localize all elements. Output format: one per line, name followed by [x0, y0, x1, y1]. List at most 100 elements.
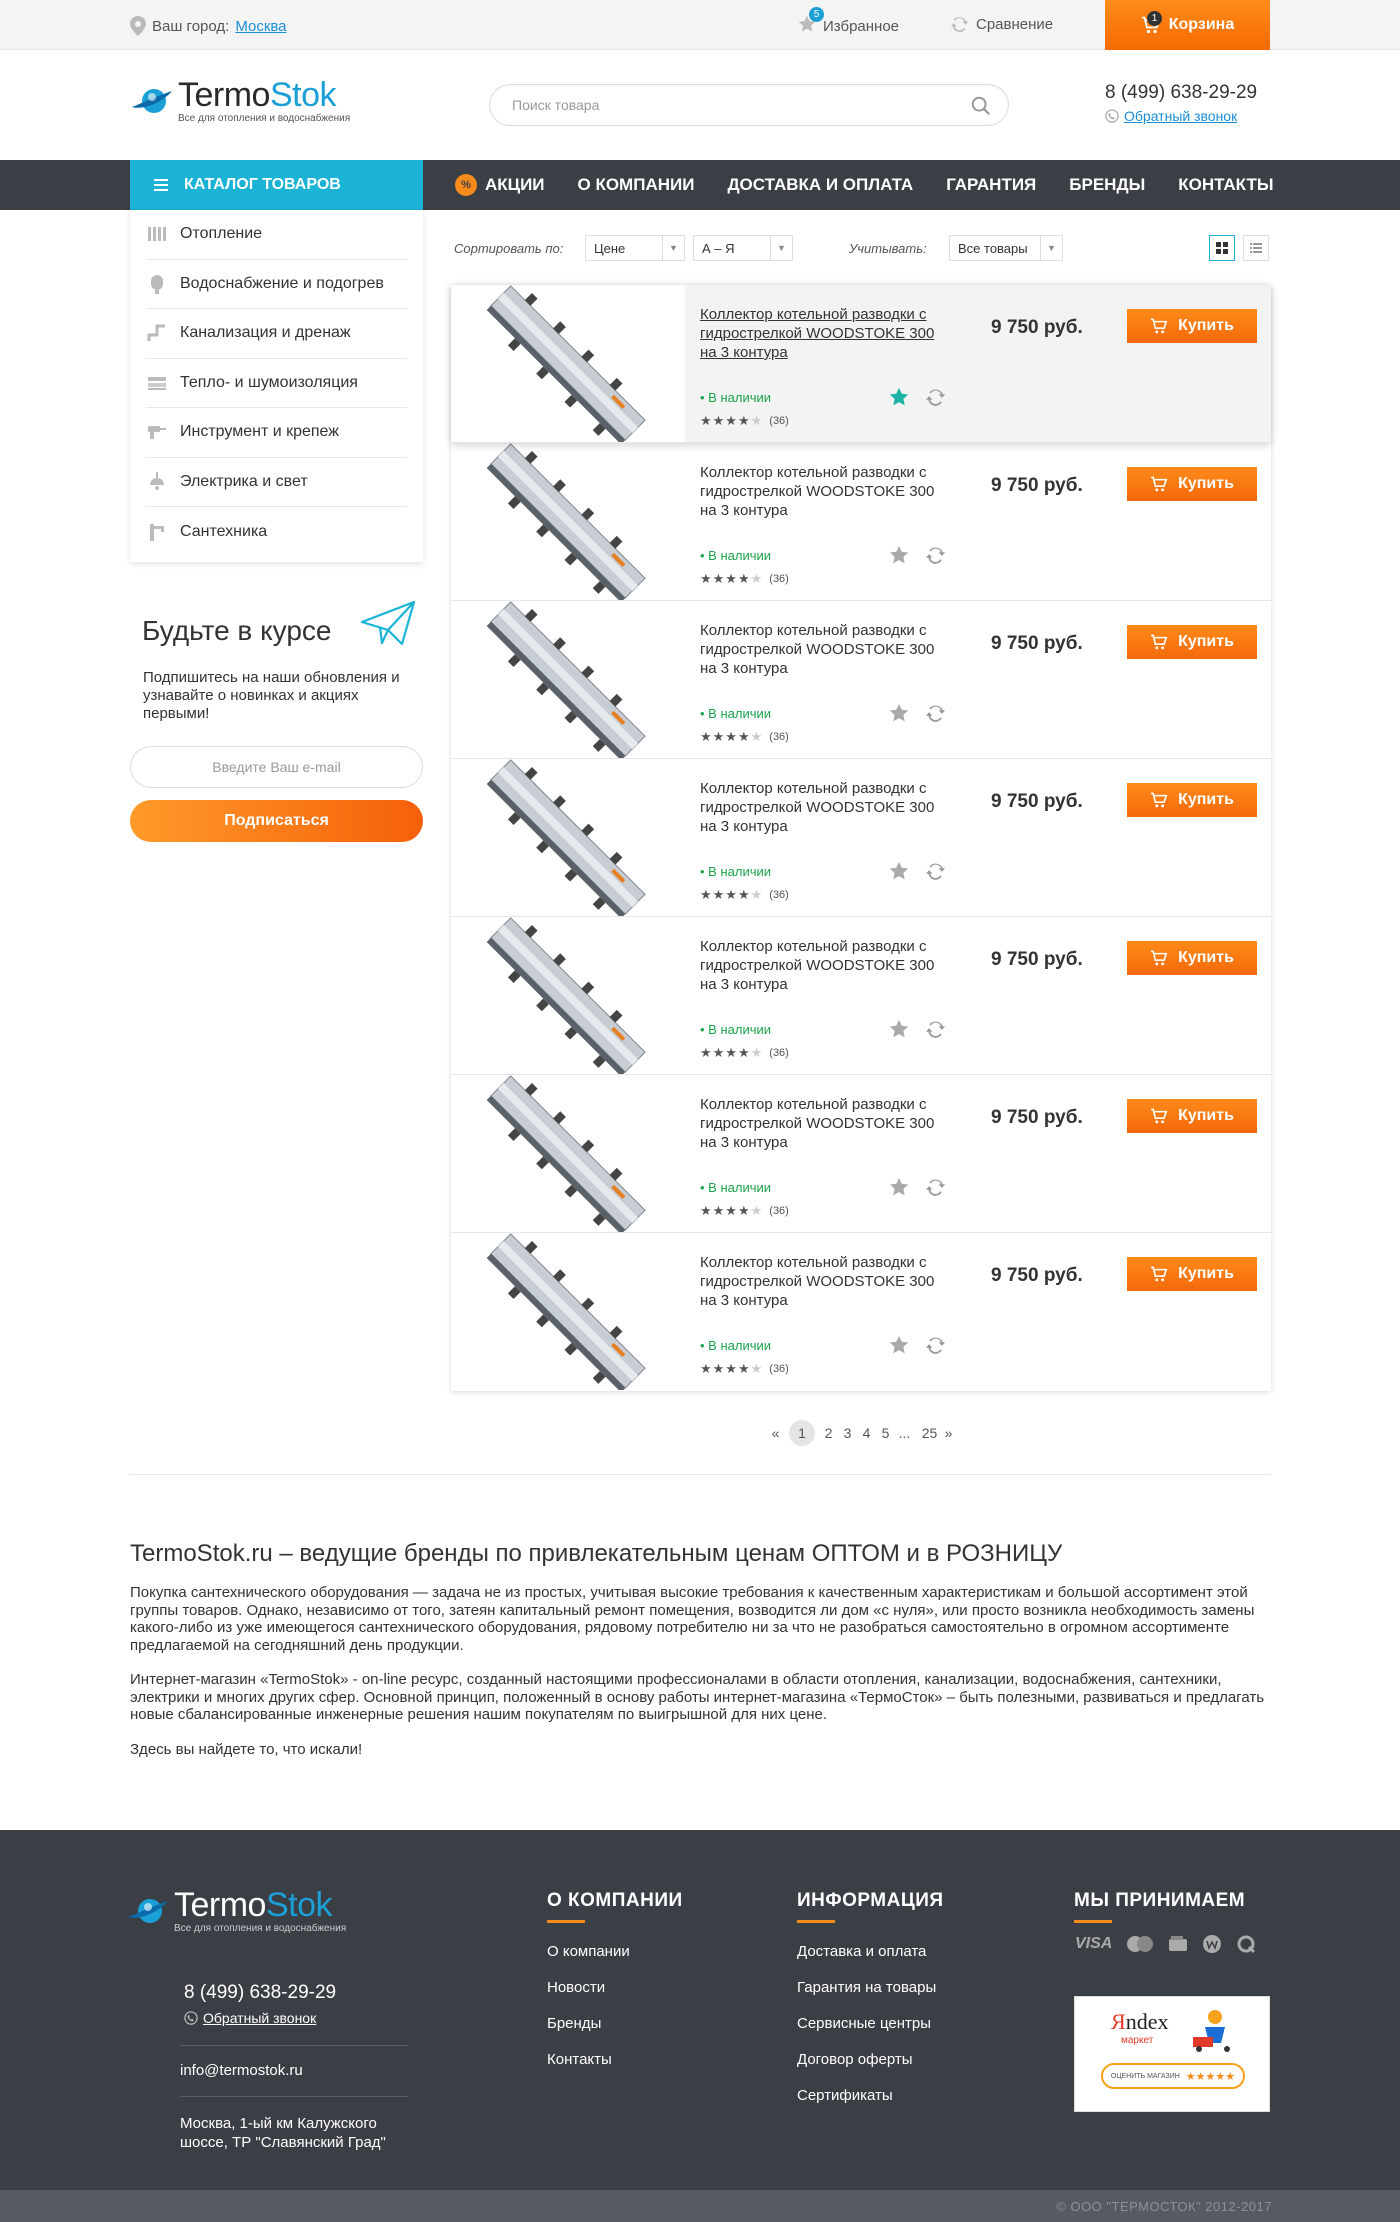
product-card[interactable]: Коллектор котельной разводки с гидростре… [451, 443, 1271, 603]
callback-link[interactable]: Обратный звонок [1105, 108, 1237, 124]
product-image[interactable] [451, 759, 685, 919]
footer: TermoStok Все для отопления и водоснабже… [0, 1830, 1400, 2190]
city-link[interactable]: Москва [235, 18, 286, 35]
footer-link[interactable]: Договор оферты [797, 2051, 913, 2068]
category-item-tools[interactable]: Инструмент и крепеж [146, 408, 407, 458]
buy-button[interactable]: Купить [1127, 1099, 1257, 1133]
search-input[interactable] [490, 85, 930, 125]
favorite-star-icon[interactable] [888, 544, 910, 571]
product-card[interactable]: Коллектор котельной разводки с гидростре… [451, 285, 1271, 445]
product-title[interactable]: Коллектор котельной разводки с гидростре… [700, 937, 950, 994]
favorite-star-icon[interactable] [888, 1334, 910, 1361]
product-card[interactable]: Коллектор котельной разводки с гидростре… [451, 1075, 1271, 1235]
product-image[interactable] [451, 917, 685, 1077]
category-item-sewage[interactable]: Канализация и дренаж [146, 309, 407, 359]
compare-label: Сравнение [976, 15, 1054, 33]
footer-link[interactable]: Сертификаты [797, 2087, 893, 2104]
footer-link[interactable]: Гарантия на товары [797, 1979, 936, 1996]
search-icon[interactable] [970, 95, 992, 122]
buy-button[interactable]: Купить [1127, 625, 1257, 659]
seo-text: Покупка сантехнического оборудования — з… [130, 1584, 1270, 1775]
product-card[interactable]: Коллектор котельной разводки с гидростре… [451, 759, 1271, 919]
pagination-page-last[interactable]: 25 [920, 1420, 939, 1446]
stock-status: • В наличии [700, 1338, 772, 1353]
buy-button[interactable]: Купить [1127, 467, 1257, 501]
sort-field-select[interactable]: Цене ▼ [585, 235, 685, 261]
footer-email-link[interactable]: info@termostok.ru [180, 2062, 303, 2079]
footer-link[interactable]: Доставка и оплата [797, 1943, 926, 1960]
nav-item-warranty[interactable]: ГАРАНТИЯ [946, 175, 1036, 195]
category-item-insulation[interactable]: Тепло- и шумоизоляция [146, 359, 407, 408]
category-item-plumbing[interactable]: Сантехника [146, 507, 407, 557]
footer-callback-link[interactable]: Обратный звонок [184, 2010, 316, 2026]
nav-item-promo[interactable]: % АКЦИИ [455, 174, 545, 196]
favorite-star-icon[interactable] [888, 1018, 910, 1045]
compare-icon[interactable] [925, 1018, 947, 1045]
logo-swoosh-icon [132, 89, 172, 113]
footer-logo[interactable]: TermoStok Все для отопления и водоснабже… [126, 1888, 346, 1934]
footer-link[interactable]: Сервисные центры [797, 2015, 931, 2032]
email-field[interactable] [130, 746, 423, 788]
footer-link[interactable]: О компании [547, 1943, 630, 1960]
filter-select[interactable]: Все товары ▼ [949, 235, 1063, 261]
subscribe-button[interactable]: Подписаться [130, 800, 423, 842]
favorite-star-icon[interactable] [888, 1176, 910, 1203]
favorite-star-icon[interactable] [888, 702, 910, 729]
site-logo[interactable]: TermoStok Все для отопления и водоснабже… [130, 78, 350, 124]
pagination-page[interactable]: 5 [876, 1420, 895, 1446]
category-item-heating[interactable]: Отопление [146, 210, 407, 260]
compare-icon[interactable] [925, 860, 947, 887]
product-rating: ★★★★★ (36) [700, 571, 789, 587]
yandex-market-badge[interactable]: Яndex маркет ОЦЕНИТЬ МАГАЗИН ★★★★★ [1074, 1996, 1270, 2112]
pagination-next[interactable]: » [939, 1420, 958, 1446]
favorites-link[interactable]: 5 Избранное [797, 7, 899, 38]
pagination-page[interactable]: 4 [857, 1420, 876, 1446]
category-item-electric[interactable]: Электрика и свет [146, 458, 407, 507]
category-item-water[interactable]: Водоснабжение и подогрев [146, 260, 407, 309]
product-card[interactable]: Коллектор котельной разводки с гидростре… [451, 917, 1271, 1077]
favorite-star-icon[interactable] [888, 860, 910, 887]
footer-link[interactable]: Новости [547, 1979, 605, 1996]
cart-button[interactable]: 1 Корзина [1105, 0, 1270, 50]
product-image[interactable] [451, 1233, 685, 1393]
product-title[interactable]: Коллектор котельной разводки с гидростре… [700, 779, 950, 836]
catalog-button[interactable]: КАТАЛОГ ТОВАРОВ [130, 160, 423, 210]
sort-order-select[interactable]: А – Я ▼ [693, 235, 793, 261]
product-title[interactable]: Коллектор котельной разводки с гидростре… [700, 305, 950, 362]
nav-item-brands[interactable]: БРЕНДЫ [1069, 175, 1145, 195]
nav-item-delivery[interactable]: ДОСТАВКА И ОПЛАТА [727, 175, 913, 195]
product-image[interactable] [451, 285, 685, 445]
pagination-page-current[interactable]: 1 [789, 1420, 815, 1446]
delivery-man-icon [1193, 2010, 1230, 2052]
pagination-prev[interactable]: « [766, 1420, 785, 1446]
pagination-page[interactable]: 3 [838, 1420, 857, 1446]
product-card[interactable]: Коллектор котельной разводки с гидростре… [451, 1233, 1271, 1393]
nav-item-about[interactable]: О КОМПАНИИ [578, 175, 695, 195]
compare-icon[interactable] [925, 386, 947, 413]
product-title[interactable]: Коллектор котельной разводки с гидростре… [700, 621, 950, 678]
compare-icon[interactable] [925, 544, 947, 571]
product-image[interactable] [451, 1075, 685, 1235]
compare-link[interactable]: Сравнение [950, 14, 1053, 34]
buy-button[interactable]: Купить [1127, 941, 1257, 975]
grid-view-icon[interactable] [1209, 235, 1235, 261]
compare-icon[interactable] [925, 1334, 947, 1361]
product-title[interactable]: Коллектор котельной разводки с гидростре… [700, 1253, 950, 1310]
compare-icon[interactable] [925, 702, 947, 729]
product-image[interactable] [451, 443, 685, 603]
product-title[interactable]: Коллектор котельной разводки с гидростре… [700, 1095, 950, 1152]
product-card[interactable]: Коллектор котельной разводки с гидростре… [451, 601, 1271, 761]
product-title[interactable]: Коллектор котельной разводки с гидростре… [700, 463, 950, 520]
nav-item-contacts[interactable]: КОНТАКТЫ [1178, 175, 1273, 195]
pagination-page[interactable]: 2 [819, 1420, 838, 1446]
footer-link[interactable]: Контакты [547, 2051, 612, 2068]
compare-icon[interactable] [925, 1176, 947, 1203]
favorite-star-icon[interactable] [888, 386, 910, 413]
footer-link[interactable]: Бренды [547, 2015, 601, 2032]
product-image[interactable] [451, 601, 685, 761]
list-view-icon[interactable] [1243, 235, 1269, 261]
buy-button[interactable]: Купить [1127, 309, 1257, 343]
product-price: 9 750 руб. [991, 1107, 1083, 1128]
buy-button[interactable]: Купить [1127, 1257, 1257, 1291]
buy-button[interactable]: Купить [1127, 783, 1257, 817]
